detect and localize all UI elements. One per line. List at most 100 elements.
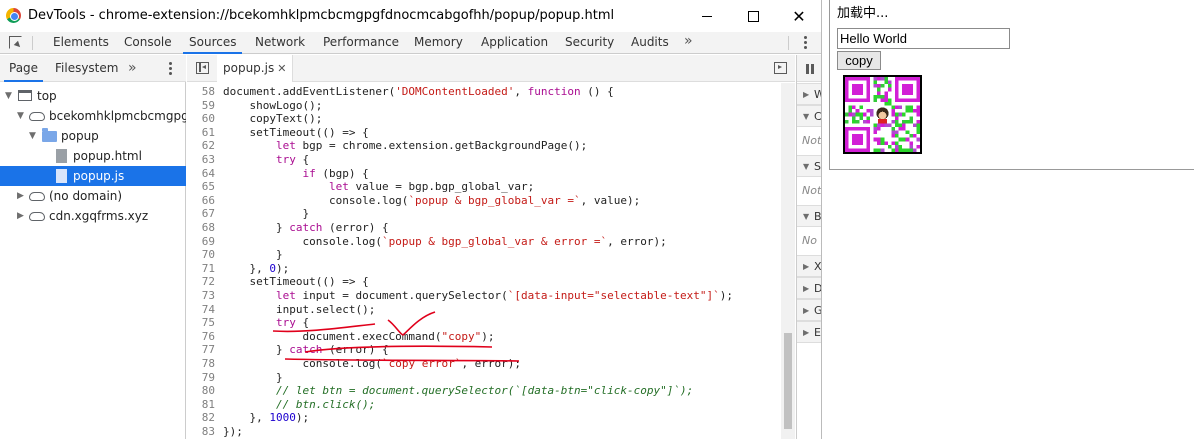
tree-item-popup-html[interactable]: popup.html (0, 146, 186, 166)
line-number[interactable]: 73 (187, 289, 215, 303)
code-line[interactable]: 75 try { (187, 316, 781, 330)
tree-item-popup-js[interactable]: popup.js (0, 166, 186, 186)
line-number[interactable]: 81 (187, 398, 215, 412)
copy-button[interactable]: copy (837, 51, 881, 70)
code-line[interactable]: 78 console.log(`copy error`, error); (187, 357, 781, 371)
pane-scope[interactable]: ▼ Scope (797, 155, 821, 177)
pane-breakpoints[interactable]: ▼ Breakpoints (797, 205, 821, 227)
code-line[interactable]: 63 try { (187, 153, 781, 167)
tab-filesystem[interactable]: Filesystem (55, 55, 118, 82)
code-line[interactable]: 58 document.addEventListener('DOMContentL… (187, 85, 781, 99)
line-number[interactable]: 77 (187, 343, 215, 357)
scrollbar-thumb[interactable] (784, 333, 792, 429)
tab-security[interactable]: Security (565, 32, 614, 54)
tab-performance[interactable]: Performance (323, 32, 399, 54)
code-line[interactable]: 61 setTimeout(() => { (187, 126, 781, 140)
tab-network[interactable]: Network (255, 32, 305, 54)
line-number[interactable]: 67 (187, 207, 215, 221)
line-number[interactable]: 71 (187, 262, 215, 276)
tab-elements[interactable]: Elements (53, 32, 109, 54)
code-line[interactable]: 73 let input = document.querySelector(`[… (187, 289, 781, 303)
line-number[interactable]: 66 (187, 194, 215, 208)
tree-item-cdn-origin[interactable]: ▶ cdn.xgqfrms.xyz (0, 206, 186, 226)
expanded-triangle-icon[interactable]: ▼ (5, 86, 12, 106)
line-number[interactable]: 65 (187, 180, 215, 194)
code-line[interactable]: 64 if (bgp) { (187, 167, 781, 181)
more-tabs-chevron-icon[interactable]: » (684, 33, 693, 49)
code-line[interactable]: 66 console.log(`popup & bgp_global_var =… (187, 194, 781, 208)
line-number[interactable]: 59 (187, 99, 215, 113)
line-number[interactable]: 72 (187, 275, 215, 289)
code-line[interactable]: 59 showLogo(); (187, 99, 781, 113)
line-number[interactable]: 69 (187, 235, 215, 249)
close-window-button[interactable]: ✕ (776, 0, 821, 32)
line-number[interactable]: 83 (187, 425, 215, 439)
line-number[interactable]: 68 (187, 221, 215, 235)
more-navigator-tabs-chevron-icon[interactable]: » (128, 60, 137, 76)
expanded-triangle-icon[interactable]: ▼ (17, 106, 24, 126)
tab-memory[interactable]: Memory (414, 32, 463, 54)
tree-item-top[interactable]: ▼ top (0, 86, 186, 106)
pane-event-listener-breakpoints[interactable]: ▶ Event Listener Breakpoints (797, 321, 821, 343)
expanded-triangle-icon[interactable]: ▼ (29, 126, 36, 146)
line-number[interactable]: 74 (187, 303, 215, 317)
customize-kebab-icon[interactable] (804, 36, 807, 50)
code-line[interactable]: 65 let value = bgp.bgp_global_var; (187, 180, 781, 194)
line-number[interactable]: 70 (187, 248, 215, 262)
code-line[interactable]: 62 let bgp = chrome.extension.getBackgro… (187, 139, 781, 153)
code-area[interactable]: 58 document.addEventListener('DOMContentL… (187, 83, 781, 439)
navigator-menu-kebab-icon[interactable] (169, 62, 172, 76)
toggle-navigator-icon[interactable] (196, 62, 209, 74)
pane-watch[interactable]: ▶ Watch (797, 83, 821, 105)
code-line[interactable]: 77 } catch (error) { (187, 343, 781, 357)
line-number[interactable]: 82 (187, 411, 215, 425)
line-number[interactable]: 75 (187, 316, 215, 330)
maximize-button[interactable] (730, 0, 776, 32)
code-line[interactable]: 76 document.execCommand("copy"); (187, 330, 781, 344)
pane-xhr-breakpoints[interactable]: ▶ XHR/fetch Breakpoints (797, 255, 821, 277)
selectable-text-input[interactable] (837, 28, 1010, 49)
pane-dom-breakpoints[interactable]: ▶ DOM Breakpoints (797, 277, 821, 299)
tree-item-extension-origin[interactable]: ▼ bcekomhklpmcbcmgpgfdnocmcabgofhh (0, 106, 186, 126)
line-number[interactable]: 61 (187, 126, 215, 140)
collapsed-triangle-icon[interactable]: ▶ (17, 186, 24, 206)
code-line[interactable]: 79 } (187, 371, 781, 385)
close-tab-icon[interactable]: ✕ (277, 62, 286, 75)
code-line[interactable]: 71 }, 0); (187, 262, 781, 276)
code-line[interactable]: 68 } catch (error) { (187, 221, 781, 235)
tab-sources[interactable]: Sources (183, 32, 243, 54)
code-line[interactable]: 69 console.log(`popup & bgp_global_var &… (187, 235, 781, 249)
editor-scrollbar[interactable] (781, 83, 795, 439)
collapsed-triangle-icon[interactable]: ▶ (17, 206, 24, 226)
tab-application[interactable]: Application (481, 32, 548, 54)
code-line[interactable]: 67 } (187, 207, 781, 221)
tab-console[interactable]: Console (124, 32, 172, 54)
tab-page[interactable]: Page (4, 55, 44, 82)
code-line[interactable]: 60 copyText(); (187, 112, 781, 126)
code-line[interactable]: 81 // btn.click(); (187, 398, 781, 412)
line-number[interactable]: 79 (187, 371, 215, 385)
line-number[interactable]: 62 (187, 139, 215, 153)
code-line[interactable]: 72 setTimeout(() => { (187, 275, 781, 289)
line-number[interactable]: 80 (187, 384, 215, 398)
code-line[interactable]: 82 }, 1000); (187, 411, 781, 425)
line-number[interactable]: 78 (187, 357, 215, 371)
inspect-element-icon[interactable] (9, 36, 22, 49)
pause-icon[interactable] (806, 64, 814, 74)
code-line[interactable]: 74 input.select(); (187, 303, 781, 317)
line-number[interactable]: 60 (187, 112, 215, 126)
code-line[interactable]: 80 // let btn = document.querySelector(`… (187, 384, 781, 398)
code-line[interactable]: 70 } (187, 248, 781, 262)
code-line[interactable]: 83}); (187, 425, 781, 439)
tab-popup-js[interactable]: popup.js ✕ (217, 55, 294, 82)
toggle-debugger-icon[interactable] (774, 62, 787, 74)
tree-item-no-domain[interactable]: ▶ (no domain) (0, 186, 186, 206)
line-number[interactable]: 64 (187, 167, 215, 181)
line-number[interactable]: 58 (187, 85, 215, 99)
tab-audits[interactable]: Audits (631, 32, 669, 54)
line-number[interactable]: 63 (187, 153, 215, 167)
tree-item-popup-folder[interactable]: ▼ popup (0, 126, 186, 146)
pane-global-listeners[interactable]: ▶ Global Listeners (797, 299, 821, 321)
line-number[interactable]: 76 (187, 330, 215, 344)
pane-call-stack[interactable]: ▼ Call Stack (797, 105, 821, 127)
